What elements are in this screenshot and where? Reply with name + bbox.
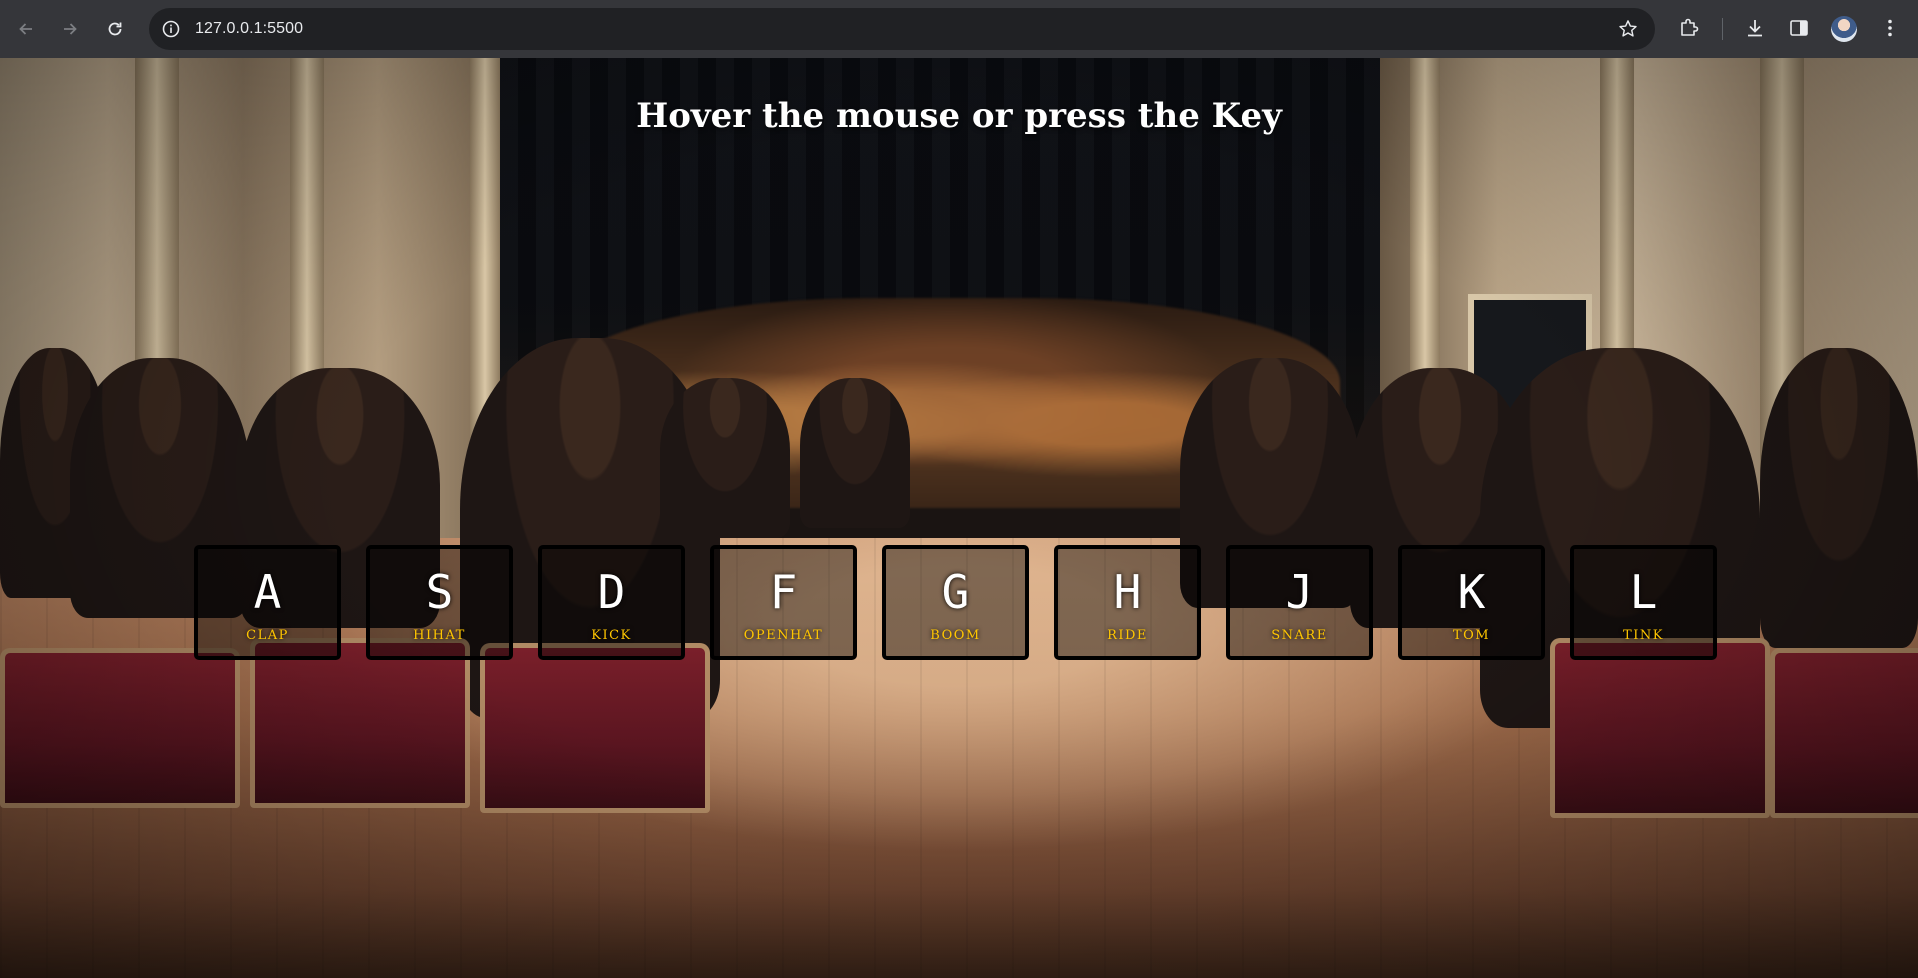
side-panel-icon bbox=[1790, 20, 1808, 36]
key-sound: TINK bbox=[1623, 627, 1664, 643]
key-letter: S bbox=[425, 564, 454, 619]
extensions-button[interactable] bbox=[1676, 15, 1702, 41]
key-sound: BOOM bbox=[930, 627, 981, 643]
info-icon bbox=[162, 20, 180, 38]
key-letter: A bbox=[253, 564, 282, 619]
puzzle-icon bbox=[1681, 18, 1699, 36]
key-letter: D bbox=[597, 564, 626, 619]
key-letter: L bbox=[1629, 564, 1658, 619]
key-letter: G bbox=[941, 564, 970, 619]
more-vert-icon bbox=[1888, 19, 1892, 37]
back-button[interactable] bbox=[9, 12, 43, 46]
concert-hall-background bbox=[0, 58, 1918, 978]
arrow-right-icon bbox=[64, 23, 77, 35]
star-icon[interactable] bbox=[1617, 18, 1639, 40]
browser-toolbar: 127.0.0.1:5500 bbox=[0, 0, 1918, 58]
key-letter: K bbox=[1457, 564, 1486, 619]
profile-avatar[interactable] bbox=[1831, 16, 1857, 42]
key-sound: CLAP bbox=[246, 627, 289, 643]
key-sound: OPENHAT bbox=[743, 627, 824, 643]
forward-button[interactable] bbox=[53, 12, 87, 46]
key-letter: J bbox=[1285, 564, 1314, 619]
key-k[interactable]: K TOM bbox=[1398, 545, 1545, 660]
key-g[interactable]: G BOOM bbox=[882, 545, 1029, 660]
key-sound: TOM bbox=[1452, 627, 1491, 643]
key-s[interactable]: S HIHAT bbox=[366, 545, 513, 660]
arrow-left-icon bbox=[19, 23, 32, 35]
toolbar-divider bbox=[1722, 18, 1723, 40]
key-h[interactable]: H RIDE bbox=[1054, 545, 1201, 660]
reload-button[interactable] bbox=[98, 12, 132, 46]
reload-icon bbox=[108, 22, 122, 36]
key-j[interactable]: J SNARE bbox=[1226, 545, 1373, 660]
key-d[interactable]: D KICK bbox=[538, 545, 685, 660]
downloads-button[interactable] bbox=[1742, 15, 1768, 41]
drum-keys: A CLAP S HIHAT D KICK F OPENHAT G BOOM H… bbox=[194, 545, 1717, 660]
key-sound: HIHAT bbox=[413, 627, 466, 643]
page-viewport: Hover the mouse or press the Key A CLAP … bbox=[0, 58, 1918, 978]
key-letter: F bbox=[769, 564, 798, 619]
download-icon bbox=[1748, 20, 1762, 37]
key-sound: KICK bbox=[591, 627, 632, 643]
page-title: Hover the mouse or press the Key bbox=[636, 96, 1282, 136]
key-l[interactable]: L TINK bbox=[1570, 545, 1717, 660]
key-letter: H bbox=[1113, 564, 1142, 619]
key-sound: SNARE bbox=[1271, 627, 1328, 643]
key-f[interactable]: F OPENHAT bbox=[710, 545, 857, 660]
url-text[interactable]: 127.0.0.1:5500 bbox=[195, 20, 303, 38]
menu-button[interactable] bbox=[1877, 15, 1903, 41]
key-a[interactable]: A CLAP bbox=[194, 545, 341, 660]
address-bar[interactable]: 127.0.0.1:5500 bbox=[149, 8, 1655, 50]
side-panel-button[interactable] bbox=[1786, 15, 1812, 41]
site-info-button[interactable] bbox=[159, 17, 183, 41]
key-sound: RIDE bbox=[1107, 627, 1148, 643]
